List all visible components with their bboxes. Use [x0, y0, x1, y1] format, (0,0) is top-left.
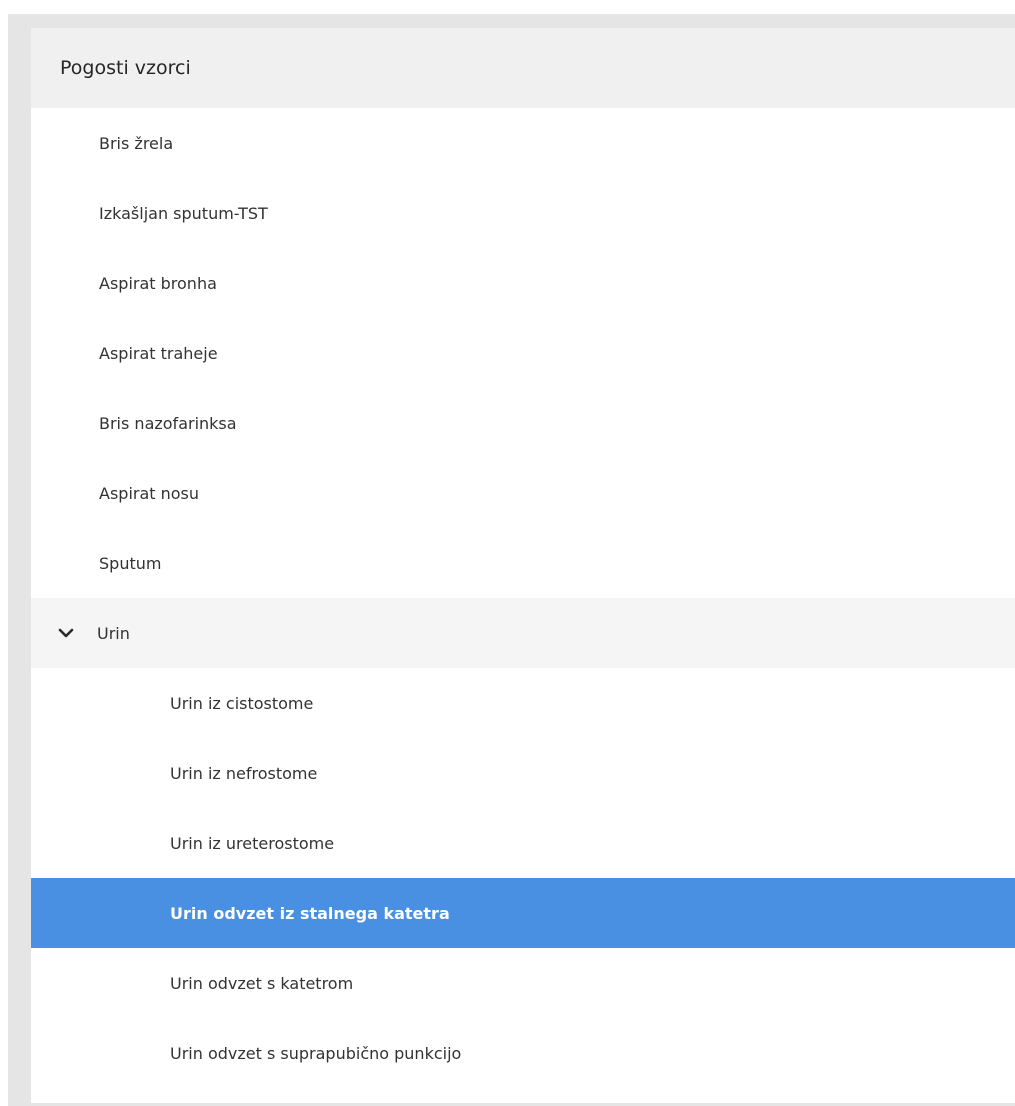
- list-item-label: Aspirat traheje: [99, 343, 218, 363]
- sub-list-item-selected[interactable]: Urin odvzet iz stalnega katetra: [31, 878, 1015, 948]
- panel-title: Pogosti vzorci: [31, 28, 1015, 108]
- list-item-label: Urin odvzet iz stalnega katetra: [170, 903, 450, 923]
- list-item-label: Urin iz cistostome: [170, 693, 314, 713]
- list-item[interactable]: Bris žrela: [31, 108, 1015, 178]
- list-item-label: Urin iz ureterostome: [170, 833, 335, 853]
- list-item-label: Urin iz nefrostome: [170, 763, 318, 783]
- list-item-label: Urin odvzet s suprapubično punkcijo: [170, 1043, 462, 1063]
- list-item-label: Izkašljan sputum-TST: [99, 203, 268, 223]
- chevron-down-icon[interactable]: [55, 622, 77, 644]
- list-item-label: Aspirat nosu: [99, 483, 200, 503]
- sub-list-item[interactable]: Urin odvzet s katetrom: [31, 948, 1015, 1018]
- list-item-label: Aspirat bronha: [99, 273, 217, 293]
- list-item-label: Bris žrela: [99, 133, 174, 153]
- list-item[interactable]: Aspirat bronha: [31, 248, 1015, 318]
- group-toggle-urin[interactable]: Urin: [31, 598, 1015, 668]
- list-item-label: Bris nazofarinksa: [99, 413, 237, 433]
- list-item-label: Urin odvzet s katetrom: [170, 973, 354, 993]
- list-item[interactable]: Aspirat nosu: [31, 458, 1015, 528]
- sub-list-item[interactable]: Urin iz cistostome: [31, 668, 1015, 738]
- list-item[interactable]: Sputum: [31, 528, 1015, 598]
- sub-list-item[interactable]: Urin iz ureterostome: [31, 808, 1015, 878]
- sub-list-item[interactable]: Urin odvzet s suprapubično punkcijo: [31, 1018, 1015, 1088]
- list-item[interactable]: Bris nazofarinksa: [31, 388, 1015, 458]
- sub-list-item[interactable]: Urin iz nefrostome: [31, 738, 1015, 808]
- sample-list-panel: Pogosti vzorci Bris žrela Izkašljan sput…: [31, 28, 1015, 1103]
- list-item-label: Sputum: [99, 553, 162, 573]
- list-item[interactable]: Izkašljan sputum-TST: [31, 178, 1015, 248]
- group-label: Urin: [97, 623, 130, 643]
- list-item[interactable]: Aspirat traheje: [31, 318, 1015, 388]
